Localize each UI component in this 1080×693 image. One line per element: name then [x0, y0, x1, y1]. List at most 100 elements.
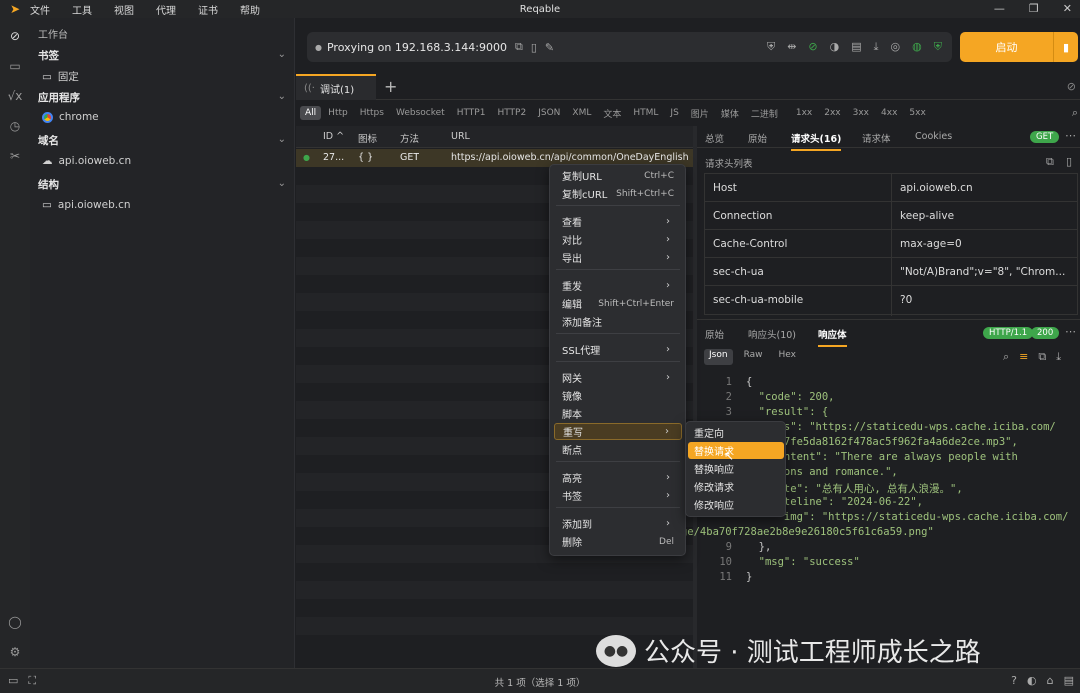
- submenu-replace-request[interactable]: 替换请求: [688, 442, 784, 459]
- menu-proxy[interactable]: 代理: [156, 2, 176, 17]
- menu-view[interactable]: 查看 ›: [554, 213, 682, 230]
- copy-icon[interactable]: ⧉: [1046, 155, 1054, 169]
- menu-delete[interactable]: 删除 Del: [554, 533, 682, 550]
- tab-cookies[interactable]: Cookies: [915, 131, 952, 142]
- account-icon[interactable]: ◯: [0, 612, 30, 632]
- col-url[interactable]: URL: [451, 131, 470, 142]
- section-bookmarks[interactable]: 书签: [38, 48, 59, 63]
- more-icon[interactable]: ⋯: [1065, 129, 1076, 142]
- script-icon[interactable]: ▤: [851, 40, 861, 54]
- filter-websocket[interactable]: Websocket: [391, 106, 450, 120]
- wrap-icon[interactable]: ≡: [1019, 350, 1028, 364]
- filter-text[interactable]: 文本: [598, 105, 626, 122]
- trash-icon[interactable]: ▮: [1054, 41, 1078, 54]
- more-icon[interactable]: ⋯: [1065, 325, 1076, 338]
- theme-icon[interactable]: ◐: [1027, 674, 1037, 687]
- menu-add-note[interactable]: 添加备注: [554, 313, 682, 330]
- shield-icon[interactable]: ⛨: [767, 40, 775, 54]
- sidebar-item-pinned[interactable]: ▭ 固定: [42, 69, 79, 84]
- edit-icon[interactable]: ✎: [545, 41, 554, 54]
- menu-edit[interactable]: 编辑 Shift+Ctrl+Enter: [554, 295, 682, 312]
- menu-add-to[interactable]: 添加到 ›: [554, 515, 682, 532]
- add-tab-icon[interactable]: +: [384, 77, 397, 96]
- tab-raw[interactable]: 原始: [748, 131, 767, 145]
- history-icon[interactable]: ◷: [0, 116, 30, 136]
- minimize-icon[interactable]: —: [994, 2, 1005, 15]
- split-icon[interactable]: ⇹: [787, 40, 796, 54]
- menu-export[interactable]: 导出 ›: [554, 249, 682, 266]
- chevron-down-icon[interactable]: ⌄: [278, 178, 286, 189]
- format-json[interactable]: Json: [704, 349, 733, 365]
- globe-icon[interactable]: ◍: [912, 40, 922, 54]
- tab-response-raw[interactable]: 原始: [705, 327, 724, 341]
- capture-icon[interactable]: ⊘: [808, 40, 817, 54]
- format-raw[interactable]: Raw: [739, 349, 768, 365]
- filter-html[interactable]: HTML: [628, 106, 663, 120]
- filter-all[interactable]: All: [300, 106, 322, 120]
- menu-compare[interactable]: 对比 ›: [554, 231, 682, 248]
- filter-http1[interactable]: HTTP1: [452, 106, 491, 120]
- submenu-modify-request[interactable]: 修改请求: [688, 478, 784, 495]
- filter-3xx[interactable]: 3xx: [848, 106, 874, 120]
- format-hex[interactable]: Hex: [774, 349, 801, 365]
- settings-gear-icon[interactable]: ⚙: [0, 642, 30, 662]
- chevron-down-icon[interactable]: ⌄: [278, 49, 286, 60]
- menu-bookmark[interactable]: 书签 ›: [554, 487, 682, 504]
- filter-1xx[interactable]: 1xx: [791, 106, 817, 120]
- menu-ssl-proxy[interactable]: SSL代理 ›: [554, 341, 682, 358]
- table-row[interactable]: sec-ch-ua "Not/A)Brand";v="8", "Chrom...: [705, 258, 1077, 286]
- menu-script[interactable]: 脚本: [554, 405, 682, 422]
- filter-5xx[interactable]: 5xx: [904, 106, 930, 120]
- filter-media[interactable]: 媒体: [716, 105, 744, 122]
- copy-icon[interactable]: ⧉: [515, 40, 523, 54]
- tab-response-body[interactable]: 响应体: [818, 327, 847, 347]
- start-button[interactable]: 启动 ▮: [960, 32, 1078, 62]
- search-icon[interactable]: ⌕: [1003, 350, 1009, 364]
- section-apps[interactable]: 应用程序: [38, 90, 80, 105]
- menu-resend[interactable]: 重发 ›: [554, 277, 682, 294]
- menu-gateway[interactable]: 网关 ›: [554, 369, 682, 386]
- filter-json[interactable]: JSON: [533, 106, 565, 120]
- filter-http[interactable]: Http: [323, 106, 353, 120]
- menu-rewrite[interactable]: 重写 ›: [554, 423, 682, 440]
- help-icon[interactable]: ?: [1011, 674, 1017, 687]
- table-row[interactable]: Cache-Control max-age=0: [705, 230, 1077, 258]
- col-icon[interactable]: 图标: [358, 131, 377, 145]
- menu-view[interactable]: 视图: [114, 2, 134, 17]
- filter-4xx[interactable]: 4xx: [876, 106, 902, 120]
- sidebar-item-chrome[interactable]: chrome: [42, 111, 99, 123]
- submenu-redirect[interactable]: 重定向: [688, 424, 784, 441]
- record-icon[interactable]: ◎: [891, 40, 901, 54]
- filter-https[interactable]: Https: [355, 106, 389, 120]
- table-row[interactable]: sec-ch-ua-mobile ?0: [705, 286, 1077, 314]
- filter-binary[interactable]: 二进制: [746, 105, 783, 122]
- table-row[interactable]: Connection keep-alive: [705, 202, 1077, 230]
- col-id[interactable]: ID ^: [323, 131, 344, 142]
- layout-icon[interactable]: ▤: [1064, 674, 1074, 687]
- filter-2xx[interactable]: 2xx: [819, 106, 845, 120]
- tab-overview[interactable]: 总览: [705, 131, 724, 145]
- menu-help[interactable]: 帮助: [240, 2, 260, 17]
- hide-icon[interactable]: ⊘: [1067, 80, 1076, 93]
- section-domains[interactable]: 域名: [38, 133, 59, 148]
- debug-icon[interactable]: ⊘: [0, 26, 30, 46]
- menu-mirror[interactable]: 镜像: [554, 387, 682, 404]
- download-icon[interactable]: ⤓: [1056, 350, 1061, 364]
- section-structure[interactable]: 结构: [38, 177, 59, 192]
- search-icon[interactable]: ⌕: [1072, 106, 1078, 120]
- breakpoint-icon[interactable]: ◑: [830, 40, 840, 54]
- tab-response-headers[interactable]: 响应头(10): [748, 327, 796, 341]
- collection-icon[interactable]: ▭: [0, 56, 30, 76]
- submenu-replace-response[interactable]: 替换响应: [688, 460, 784, 477]
- tab-request-headers[interactable]: 请求头(16): [791, 131, 842, 151]
- filter-image[interactable]: 图片: [686, 105, 714, 122]
- chevron-down-icon[interactable]: ⌄: [278, 91, 286, 102]
- download-icon[interactable]: ⤓: [874, 40, 879, 54]
- chevron-down-icon[interactable]: ⌄: [278, 134, 286, 145]
- sqrt-icon[interactable]: √x: [0, 86, 30, 106]
- menu-cert[interactable]: 证书: [198, 2, 218, 17]
- submenu-modify-response[interactable]: 修改响应: [688, 496, 784, 513]
- sidebar-item-domain[interactable]: ☁ api.oioweb.cn: [42, 155, 131, 167]
- filter-xml[interactable]: XML: [567, 106, 596, 120]
- menu-copy-url[interactable]: 复制URL Ctrl+C: [554, 167, 682, 184]
